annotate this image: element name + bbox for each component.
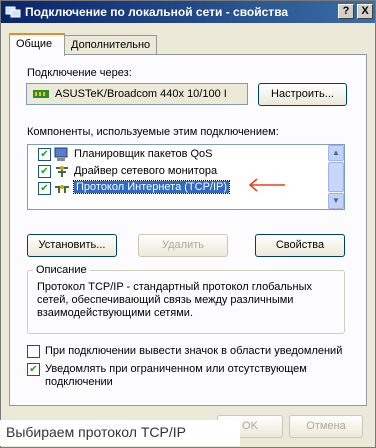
protocol-icon: [55, 185, 69, 193]
notify-label-line2: подключении: [45, 376, 113, 388]
title-bar[interactable]: Подключение по локальной сети - свойства…: [1, 1, 375, 23]
network-connection-icon: [5, 6, 21, 18]
qos-scheduler-icon: [54, 147, 68, 161]
connect-via-label: Подключение через:: [27, 67, 132, 79]
help-button[interactable]: ?: [338, 4, 354, 19]
show-icon-checkbox[interactable]: [27, 345, 40, 358]
properties-dialog: Подключение по локальной сети - свойства…: [0, 0, 376, 448]
tab-advanced[interactable]: Дополнительно: [64, 35, 157, 55]
component-checkbox-tcpip[interactable]: ✔: [38, 182, 51, 195]
notify-checkbox[interactable]: ✔: [27, 363, 40, 376]
components-label: Компоненты, используемые этим подключени…: [27, 126, 279, 138]
components-list[interactable]: ✔ Планировщик пакетов QoS ✔ Драйвер сете…: [27, 144, 345, 210]
cancel-button[interactable]: Отмена: [289, 415, 363, 438]
components-scrollbar[interactable]: ▲ ▼: [328, 145, 344, 209]
list-item-qos[interactable]: ✔ Планировщик пакетов QoS: [28, 146, 330, 163]
caption-overlay: Выбираем протокол TCP/IP: [0, 420, 240, 446]
network-adapter-icon: [33, 90, 49, 98]
show-icon-label: При подключении вывести значок в области…: [45, 345, 343, 357]
remove-button[interactable]: Удалить: [138, 234, 228, 257]
adapter-field: ASUSTeK/Broadcom 440x 10/100 I: [26, 83, 248, 105]
component-label-netmon: Драйвер сетевого монитора: [74, 165, 218, 177]
description-title: Описание: [33, 264, 90, 276]
close-button[interactable]: X: [357, 4, 373, 19]
install-button[interactable]: Установить...: [27, 234, 117, 257]
configure-button[interactable]: Настроить...: [258, 83, 347, 106]
component-label-qos: Планировщик пакетов QoS: [74, 148, 213, 160]
annotation-arrow-icon: [248, 178, 285, 192]
properties-button[interactable]: Свойства: [255, 234, 345, 257]
component-label-tcpip: Протокол Интернета (TCP/IP): [72, 180, 231, 194]
notify-label-line1: Уведомлять при ограниченном или отсутств…: [45, 363, 307, 375]
network-monitor-icon: [56, 166, 68, 177]
tab-general[interactable]: Общие: [9, 33, 65, 56]
description-text: Протокол TCP/IP - стандартный протокол г…: [37, 281, 312, 319]
component-checkbox-netmon[interactable]: ✔: [38, 165, 51, 178]
adapter-name: ASUSTeK/Broadcom 440x 10/100 I: [55, 88, 227, 100]
scroll-down-icon[interactable]: ▼: [328, 193, 344, 209]
window-title: Подключение по локальной сети - свойства: [25, 5, 289, 19]
scroll-up-icon[interactable]: ▲: [328, 145, 344, 161]
scroll-thumb[interactable]: [328, 162, 344, 192]
component-checkbox-qos[interactable]: ✔: [38, 148, 51, 161]
